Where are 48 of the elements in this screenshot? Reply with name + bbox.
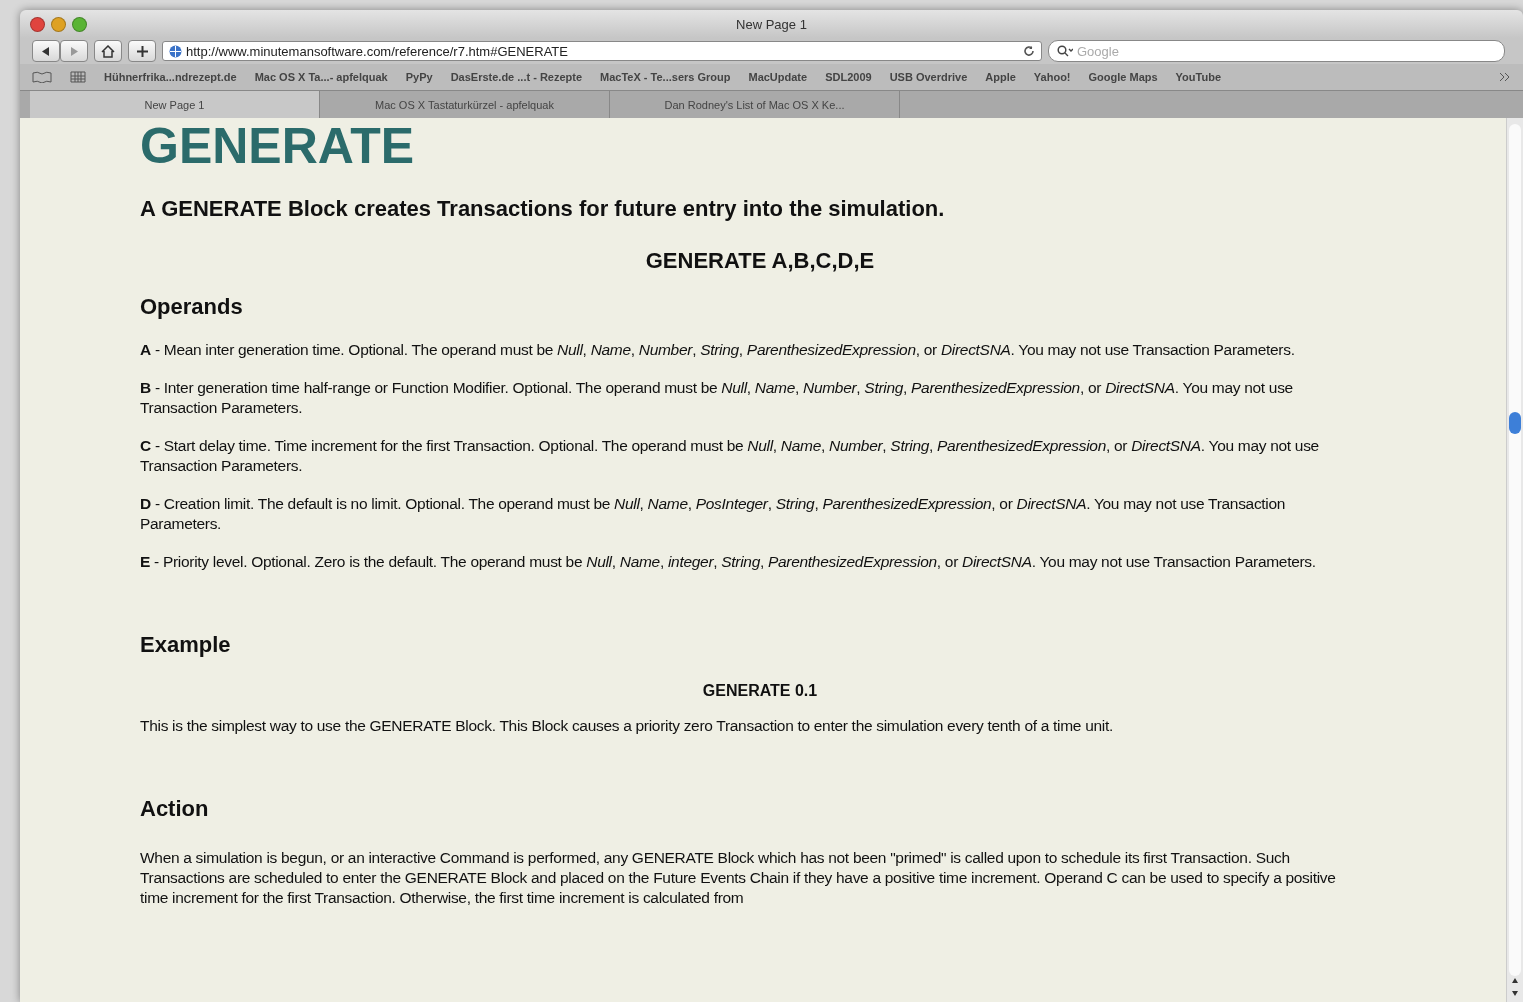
scroll-thumb[interactable]: [1509, 412, 1521, 434]
left-triangle-icon: [42, 46, 50, 56]
bookmark-link[interactable]: Apple: [985, 71, 1016, 83]
bookmark-link[interactable]: Yahoo!: [1033, 71, 1071, 83]
window-title: New Page 1: [736, 16, 807, 32]
plus-icon: [136, 45, 148, 57]
code-example: GENERATE 0.1: [701, 682, 819, 700]
bookmark-link[interactable]: Hühnerfrika...ndrezept.de: [104, 71, 237, 83]
paragraph: This is the simplest way to use the GENERATE Block. This Block causes a priority zero Transaction to enter the simulation every tenth of a time unit.: [140, 716, 1114, 736]
section-heading: Action: [140, 796, 210, 822]
browser-tab[interactable]: New Page 1: [30, 91, 320, 118]
right-triangle-icon: [70, 46, 78, 56]
paragraph: When a simulation is begun, or an interactive Command is performed, any GENERATE Block which has not been "primed" is called upon to schedule its first Transaction. Such Transactions are scheduled to enter the GENERATE Block and placed on the Future Events Chain if they have a positive time increment. Operand C can be used to specify a positive time increment for the first Transaction. Otherwise, the first time increment is calculated from: [140, 848, 1337, 908]
bookmark-link[interactable]: YouTube: [1175, 71, 1221, 83]
bookmark-link[interactable]: Google Maps: [1088, 71, 1158, 83]
bookmark-link[interactable]: PyPy: [405, 71, 433, 83]
bookmark-link[interactable]: DasErste.de ...t - Rezepte: [450, 71, 583, 83]
reload-icon[interactable]: [1023, 45, 1035, 57]
minimize-button[interactable]: [51, 16, 66, 32]
intro-text: A GENERATE Block creates Transactions for future entry into the simulation.: [140, 196, 946, 222]
bookmark-link[interactable]: MacTeX - Te...sers Group: [600, 71, 731, 83]
syntax-text: GENERATE A,B,C,D,E: [644, 248, 876, 274]
paragraph: C - Start delay time. Time increment for the first Transaction. Optional. The operand must be Null, Name, Number, String, ParenthesizedExpression, or DirectSNA. You may not use Transaction Parameters.: [140, 436, 1320, 476]
scrollbar[interactable]: [1506, 118, 1523, 1002]
page-title: GENERATE: [140, 118, 416, 174]
home-icon: [101, 44, 115, 58]
scroll-arrows-icon[interactable]: [1510, 976, 1520, 998]
paragraph: A - Mean inter generation time. Optional. The operand must be Null, Name, Number, String, ParenthesizedExpression, or DirectSNA. You may not use Transaction Parameters.: [140, 340, 1296, 360]
back-button[interactable]: [32, 40, 60, 62]
book-icon[interactable]: [32, 71, 52, 83]
bookmark-link[interactable]: Mac OS X Ta...- apfelquak: [254, 71, 388, 83]
section-heading: Example: [140, 632, 232, 658]
address-field[interactable]: http://www.minutemansoftware.com/reference/r7.htm#GENERATE: [162, 41, 1042, 61]
zoom-button[interactable]: [72, 16, 87, 32]
search-icon: [1057, 45, 1073, 57]
paragraph: B - Inter generation time half-range or Function Modifier. Optional. The operand must be Null, Name, Number, String, ParenthesizedExpression, or DirectSNA. You may not use Transaction Parameters.: [140, 378, 1294, 418]
bookmark-link[interactable]: SDL2009: [825, 71, 872, 83]
chevron-icon[interactable]: [1499, 72, 1511, 82]
bookmark-link[interactable]: USB Overdrive: [889, 71, 968, 83]
bookmark-link[interactable]: MacUpdate: [748, 71, 808, 83]
globe-icon: [169, 44, 182, 58]
grid-icon[interactable]: [70, 71, 86, 83]
paragraph: D - Creation limit. The default is no limit. Optional. The operand must be Null, Name, PosInteger, String, ParenthesizedExpression, or DirectSNA. You may not use Transaction Parameters.: [140, 494, 1287, 534]
close-button[interactable]: [30, 16, 45, 32]
home-button[interactable]: [94, 40, 122, 62]
add-bookmark-button[interactable]: [128, 40, 156, 62]
section-heading: Operands: [140, 294, 244, 320]
paragraph: E - Priority level. Optional. Zero is the default. The operand must be Null, Name, integer, String, ParenthesizedExpression, or DirectSNA. You may not use Transaction Parameters.: [140, 552, 1317, 572]
